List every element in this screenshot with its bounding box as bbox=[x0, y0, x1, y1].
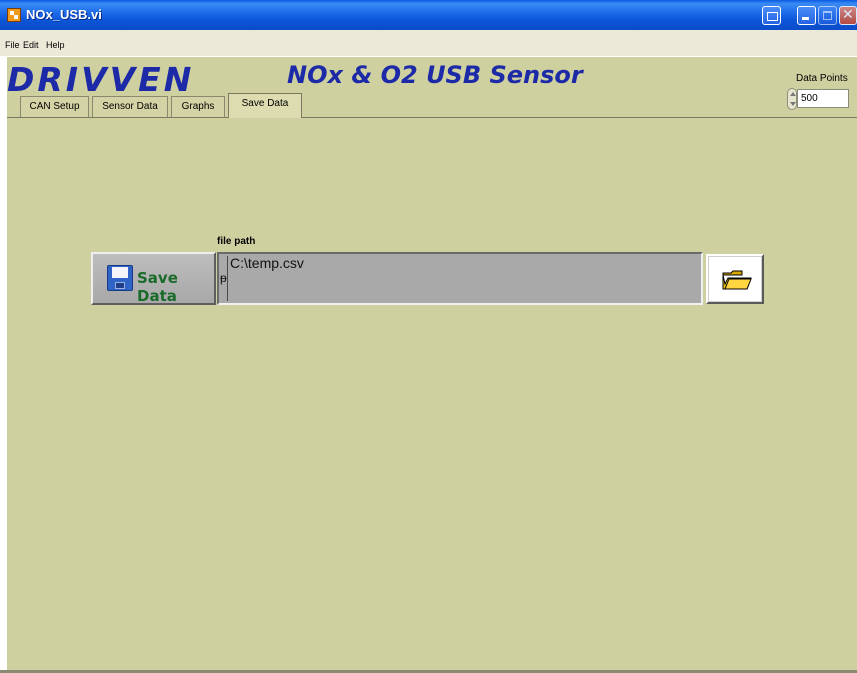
file-path-value[interactable]: C:\temp.csv bbox=[230, 255, 304, 271]
open-folder-icon bbox=[722, 270, 752, 290]
minimize-button[interactable] bbox=[797, 6, 816, 25]
menu-file[interactable]: File bbox=[5, 40, 20, 50]
tab-border bbox=[7, 117, 857, 118]
data-points-input[interactable]: 500 bbox=[797, 89, 849, 108]
data-points-stepper[interactable] bbox=[787, 88, 797, 110]
maximize-button[interactable] bbox=[818, 6, 837, 25]
title-bar[interactable]: NOx_USB.vi bbox=[0, 0, 857, 30]
data-points-label: Data Points bbox=[796, 73, 848, 84]
window-title: NOx_USB.vi bbox=[26, 7, 102, 22]
context-help-icon[interactable] bbox=[762, 6, 781, 25]
save-data-button[interactable]: Save Data bbox=[91, 252, 216, 305]
tab-can-setup[interactable]: CAN Setup bbox=[20, 96, 89, 117]
file-path-input[interactable]: ᵽ C:\temp.csv bbox=[217, 252, 703, 305]
path-separator bbox=[227, 256, 228, 301]
browse-folder-button[interactable] bbox=[706, 254, 764, 304]
front-panel bbox=[7, 57, 857, 670]
menu-help[interactable]: Help bbox=[46, 40, 65, 50]
drivven-logo: DRIVVEN bbox=[7, 60, 195, 99]
tab-sensor-data[interactable]: Sensor Data bbox=[92, 96, 168, 117]
floppy-disk-icon bbox=[107, 265, 133, 291]
file-path-label: file path bbox=[217, 236, 256, 247]
tab-save-data[interactable]: Save Data bbox=[228, 93, 302, 118]
path-type-icon: ᵽ bbox=[220, 271, 227, 285]
window-left-frame bbox=[0, 57, 7, 673]
menu-bar: File Edit Help bbox=[0, 30, 857, 57]
save-data-label: Save Data bbox=[137, 269, 178, 305]
app-subtitle: NOx & O2 USB Sensor bbox=[287, 61, 583, 89]
tab-graphs[interactable]: Graphs bbox=[171, 96, 225, 117]
labview-app-icon[interactable] bbox=[7, 8, 21, 22]
close-button[interactable] bbox=[839, 6, 857, 25]
menu-edit[interactable]: Edit bbox=[23, 40, 39, 50]
